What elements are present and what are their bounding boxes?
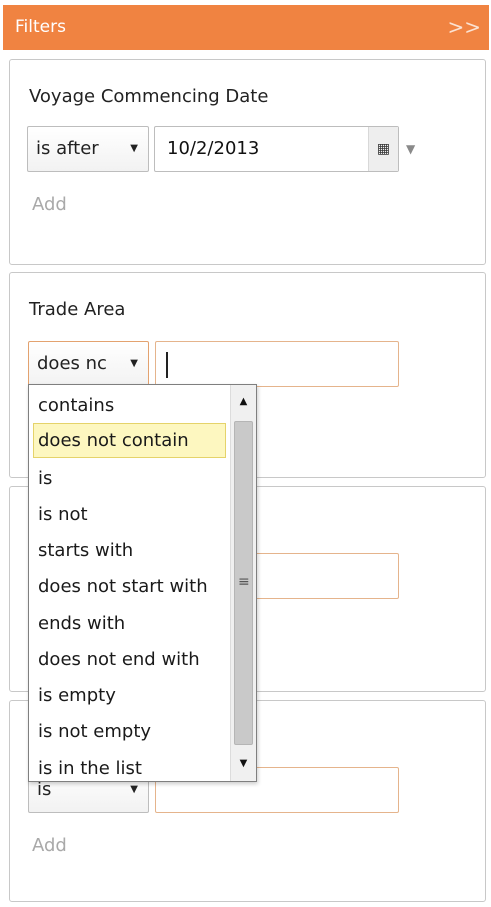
- option-is[interactable]: is: [33, 461, 226, 496]
- caret-down-icon: ▼: [130, 358, 138, 369]
- option-is-empty[interactable]: is empty: [33, 678, 226, 713]
- option-does-not-contain[interactable]: does not contain: [33, 423, 226, 458]
- option-is-in-the-list[interactable]: is in the list: [33, 751, 226, 781]
- operator-dropdown-list: contains does not contain is is not star…: [28, 384, 257, 782]
- option-starts-with[interactable]: starts with: [33, 533, 226, 568]
- trade-area-input[interactable]: [155, 341, 399, 387]
- option-ends-with[interactable]: ends with: [33, 606, 226, 641]
- grip-icon: ≡: [238, 574, 250, 590]
- option-is-not[interactable]: is not: [33, 497, 226, 532]
- option-contains[interactable]: contains: [33, 388, 226, 423]
- filters-title: Filters: [15, 17, 66, 37]
- triangle-down-icon[interactable]: ▼: [231, 747, 256, 781]
- option-is-not-empty[interactable]: is not empty: [33, 714, 226, 749]
- scrollbar-thumb[interactable]: ≡: [234, 421, 253, 745]
- date-options-caret-icon[interactable]: ▼: [406, 142, 415, 156]
- filter-panel-voyage-date: Voyage Commencing Date is after ▼ 10/2/2…: [9, 59, 486, 265]
- dropdown-scrollbar[interactable]: ▲ ≡ ▼: [230, 385, 256, 781]
- collapse-panel-button[interactable]: >>: [447, 5, 481, 50]
- filter-title: Trade Area: [29, 299, 126, 320]
- filter-title: Voyage Commencing Date: [29, 86, 269, 107]
- add-filter-link[interactable]: Add: [32, 835, 67, 856]
- date-input[interactable]: 10/2/2013 ▦: [154, 126, 399, 172]
- add-filter-link[interactable]: Add: [32, 194, 67, 215]
- operator-value: is after: [36, 138, 99, 159]
- triangle-up-icon[interactable]: ▲: [231, 385, 256, 419]
- operator-select[interactable]: is after ▼: [27, 126, 149, 172]
- operator-select[interactable]: does nc ▼: [28, 341, 149, 387]
- filters-header: Filters >>: [3, 5, 489, 50]
- text-cursor: [166, 352, 168, 378]
- operator-value: is: [37, 779, 52, 800]
- calendar-icon[interactable]: ▦: [368, 127, 398, 171]
- option-does-not-start-with[interactable]: does not start with: [33, 569, 226, 604]
- option-does-not-end-with[interactable]: does not end with: [33, 642, 226, 677]
- operator-value: does nc: [37, 353, 107, 374]
- caret-down-icon: ▼: [130, 143, 138, 154]
- date-value: 10/2/2013: [167, 138, 260, 159]
